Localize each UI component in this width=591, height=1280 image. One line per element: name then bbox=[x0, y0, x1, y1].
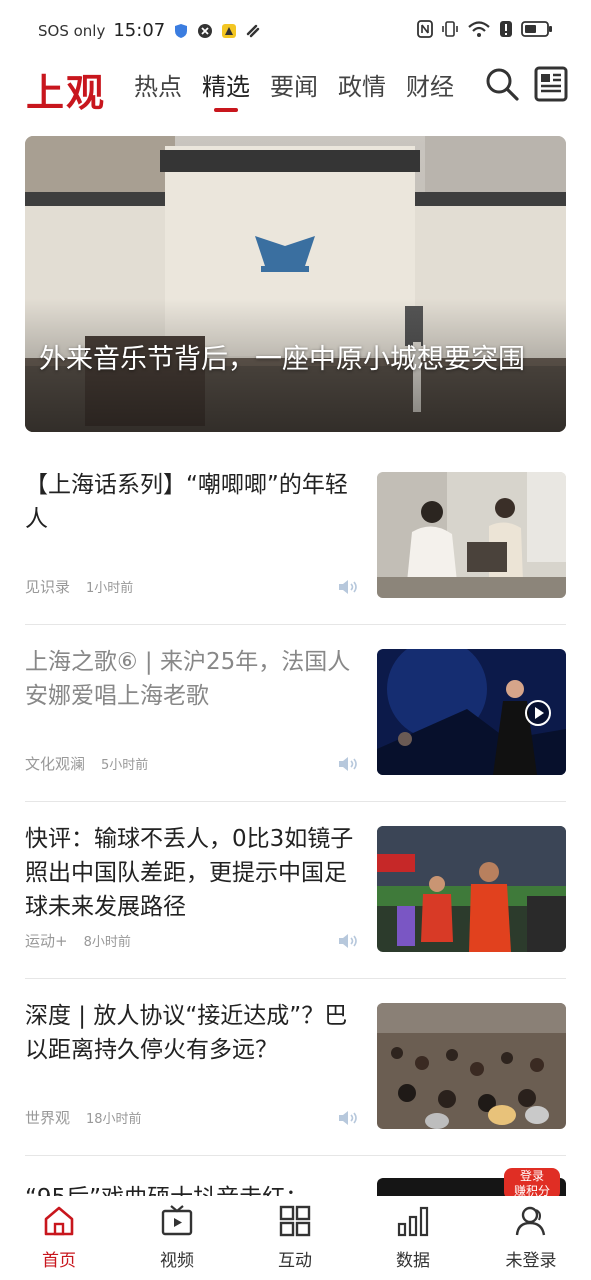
thumbnail-image bbox=[377, 1003, 566, 1129]
block-icon bbox=[198, 23, 213, 38]
bottom-nav: 首页 视频 互动 数据 未登录 bbox=[0, 1196, 591, 1280]
tab-hot[interactable]: 热点 bbox=[134, 70, 182, 110]
nav-label: 互动 bbox=[278, 1251, 312, 1271]
nav-label: 数据 bbox=[396, 1251, 430, 1271]
tab-politics[interactable]: 政情 bbox=[338, 70, 386, 110]
thumbnail-image bbox=[377, 472, 566, 598]
list-item-partial[interactable]: “95后”戏曲硕士抖音走红： bbox=[25, 1168, 566, 1198]
status-left: SOS only 15:07 bbox=[38, 20, 261, 41]
article-time: 1小时前 bbox=[86, 581, 134, 596]
article-source: 见识录 bbox=[25, 578, 71, 596]
play-icon[interactable] bbox=[524, 699, 552, 727]
video-icon bbox=[161, 1205, 193, 1236]
wifi-icon bbox=[468, 21, 490, 37]
article-thumbnail bbox=[377, 649, 566, 775]
article-thumbnail bbox=[377, 826, 566, 952]
home-icon bbox=[44, 1206, 74, 1236]
hero-image bbox=[25, 136, 566, 432]
list-item[interactable]: 深度 | 放人协议“接近达成”？巴以距离持久停火有多远？ 世界观 18小时前 bbox=[25, 979, 566, 1156]
article-time: 8小时前 bbox=[83, 935, 131, 950]
article-time: 5小时前 bbox=[101, 758, 149, 773]
article-title: 上海之歌⑥ | 来沪25年，法国人安娜爱唱上海老歌 bbox=[25, 649, 351, 709]
list-item[interactable]: 快评：输球不丢人，0比3如镜子照出中国队差距，更提示中国足球未来发展路径 运动+… bbox=[25, 802, 566, 979]
app-logo: 上观 bbox=[26, 70, 107, 115]
nfc-icon bbox=[417, 20, 433, 38]
tab-finance[interactable]: 财经 bbox=[406, 70, 454, 110]
app-notification-icon bbox=[222, 23, 237, 38]
alert-icon bbox=[500, 21, 512, 37]
status-right bbox=[417, 20, 553, 38]
status-bar: SOS only 15:07 bbox=[0, 0, 591, 62]
article-meta: 运动+ 8小时前 bbox=[25, 930, 131, 951]
newspaper-icon[interactable] bbox=[534, 66, 568, 102]
vibrate-icon bbox=[442, 21, 458, 37]
article-meta: 世界观 18小时前 bbox=[25, 1107, 142, 1128]
nav-data[interactable]: 数据 bbox=[373, 1204, 453, 1271]
article-source: 文化观澜 bbox=[25, 755, 86, 773]
battery-icon bbox=[521, 21, 552, 37]
speaker-icon[interactable] bbox=[337, 579, 359, 595]
nav-label: 首页 bbox=[42, 1251, 76, 1271]
tab-headlines[interactable]: 要闻 bbox=[270, 70, 318, 110]
nav-interact[interactable]: 互动 bbox=[255, 1204, 335, 1271]
search-icon[interactable] bbox=[484, 66, 520, 102]
hero-title: 外来音乐节背后，一座中原小城想要突围 bbox=[39, 344, 525, 375]
nav-home[interactable]: 首页 bbox=[19, 1204, 99, 1271]
list-item[interactable]: 上海之歌⑥ | 来沪25年，法国人安娜爱唱上海老歌 文化观澜 5小时前 bbox=[25, 625, 566, 802]
article-thumbnail bbox=[377, 472, 566, 598]
login-badge-text: 登录 赚积分 bbox=[513, 1169, 550, 1198]
user-icon bbox=[515, 1206, 546, 1236]
nav-label: 视频 bbox=[160, 1251, 194, 1271]
article-thumbnail bbox=[377, 1003, 566, 1129]
nav-video[interactable]: 视频 bbox=[137, 1204, 217, 1271]
article-title: 【上海话系列】“嘲唧唧”的年轻人 bbox=[25, 472, 348, 532]
article-time: 18小时前 bbox=[86, 1112, 142, 1127]
link-icon bbox=[247, 24, 260, 37]
speaker-icon[interactable] bbox=[337, 756, 359, 772]
shield-icon bbox=[175, 23, 188, 38]
grid-icon bbox=[279, 1205, 311, 1237]
speaker-icon[interactable] bbox=[337, 933, 359, 949]
clock: 15:07 bbox=[113, 20, 166, 41]
hero-banner[interactable]: 外来音乐节背后，一座中原小城想要突围 bbox=[25, 136, 566, 432]
list-item[interactable]: 【上海话系列】“嘲唧唧”的年轻人 见识录 1小时前 bbox=[25, 448, 566, 625]
article-meta: 见识录 1小时前 bbox=[25, 576, 133, 597]
article-meta: 文化观澜 5小时前 bbox=[25, 753, 148, 774]
thumbnail-image bbox=[377, 826, 566, 952]
speaker-icon[interactable] bbox=[337, 1110, 359, 1126]
bar-chart-icon bbox=[397, 1206, 429, 1237]
app-header: 上观 热点 精选 要闻 政情 财经 bbox=[0, 62, 591, 122]
channel-tabs: 热点 精选 要闻 政情 财经 bbox=[134, 70, 479, 116]
article-source: 运动+ bbox=[25, 932, 68, 950]
article-source: 世界观 bbox=[25, 1109, 71, 1127]
nav-label: 未登录 bbox=[505, 1251, 557, 1271]
article-title: 快评：输球不丢人，0比3如镜子照出中国队差距，更提示中国足球未来发展路径 bbox=[25, 826, 354, 920]
tab-featured[interactable]: 精选 bbox=[202, 70, 250, 112]
article-title: “95后”戏曲硕士抖音走红： bbox=[25, 1185, 309, 1198]
article-list: 【上海话系列】“嘲唧唧”的年轻人 见识录 1小时前 上海之歌⑥ | 来沪25年，… bbox=[25, 448, 566, 1156]
carrier-text: SOS only bbox=[38, 21, 106, 40]
nav-profile[interactable]: 未登录 bbox=[491, 1204, 571, 1271]
article-title: 深度 | 放人协议“接近达成”？巴以距离持久停火有多远？ bbox=[25, 1003, 348, 1063]
